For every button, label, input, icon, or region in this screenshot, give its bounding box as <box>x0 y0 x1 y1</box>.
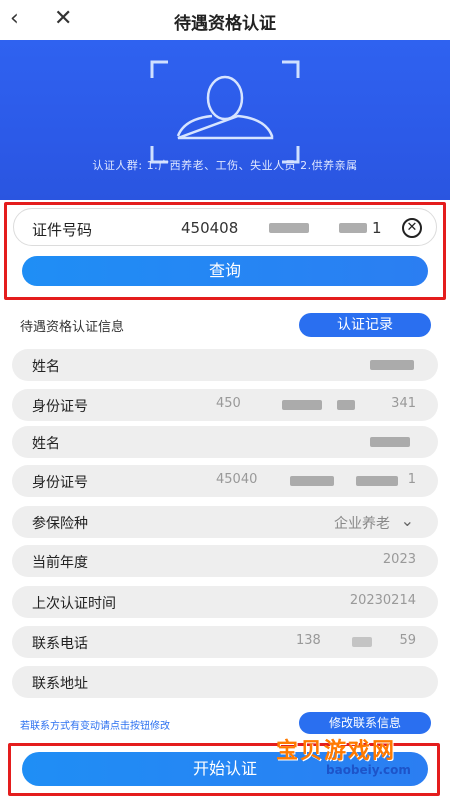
redaction-mask <box>269 223 309 233</box>
contact-hint: 若联系方式有变动请点击按钮修改 <box>20 721 170 732</box>
field-label: 联系电话 <box>32 636 88 652</box>
field-value: 450 <box>216 396 241 411</box>
field-label: 身份证号 <box>32 475 88 491</box>
chevron-down-icon[interactable]: ⌄ <box>401 511 414 530</box>
field-label: 联系地址 <box>32 676 88 692</box>
top-bar: ‹ ✕ 待遇资格认证 <box>0 0 450 40</box>
redaction-mask <box>370 437 410 447</box>
redaction-mask <box>337 400 355 410</box>
scope-text: 认证人群: 1.广西养老、工伤、失业人员 2.供养亲属 <box>92 159 358 172</box>
field-label: 上次认证时间 <box>32 596 116 612</box>
field-label: 姓名 <box>32 359 60 375</box>
redaction-mask <box>282 400 322 410</box>
field-name-2: 姓名 <box>12 426 438 458</box>
redaction-mask <box>352 637 372 647</box>
edit-contact-button[interactable]: 修改联系信息 <box>299 712 431 734</box>
redaction-mask <box>339 223 367 233</box>
id-number-tail: 1 <box>372 219 382 237</box>
redaction-mask <box>290 476 334 486</box>
field-phone: 联系电话 138 59 <box>12 626 438 658</box>
field-insurance-type[interactable]: 参保险种 企业养老 ⌄ <box>12 506 438 538</box>
watermark-url: baobeiy.com <box>326 763 411 777</box>
record-button[interactable]: 认证记录 <box>299 313 431 337</box>
field-current-year: 当前年度 2023 <box>12 545 438 577</box>
watermark-logo-text: 宝贝游戏网 <box>276 739 397 764</box>
field-id-2: 身份证号 45040 1 <box>12 465 438 497</box>
field-address: 联系地址 <box>12 666 438 698</box>
field-id-1: 身份证号 450 341 <box>12 389 438 421</box>
face-scan-banner: 认证人群: 1.广西养老、工伤、失业人员 2.供养亲属 <box>0 40 450 200</box>
field-value: 20230214 <box>349 593 416 608</box>
redaction-mask <box>356 476 398 486</box>
field-label: 参保险种 <box>32 516 88 532</box>
id-number-value: 450408 <box>181 219 239 237</box>
query-button-label: 查询 <box>208 261 241 280</box>
field-value-tail: 341 <box>391 396 416 411</box>
query-button[interactable]: 查询 <box>22 256 428 286</box>
field-value-tail: 59 <box>399 633 416 648</box>
field-value: 138 <box>296 633 321 648</box>
field-label: 姓名 <box>32 436 60 452</box>
clear-icon[interactable]: ✕ <box>402 218 422 238</box>
id-number-label: 证件号码 <box>32 221 93 239</box>
field-value-tail: 1 <box>407 472 416 487</box>
page-title: 待遇资格认证 <box>174 14 276 34</box>
field-last-auth-time: 上次认证时间 20230214 <box>12 586 438 618</box>
section-title: 待遇资格认证信息 <box>20 320 125 335</box>
field-label: 身份证号 <box>32 399 88 415</box>
field-value: 2023 <box>382 552 416 567</box>
face-scan-icon <box>150 60 300 164</box>
redaction-mask <box>370 360 414 370</box>
start-auth-label: 开始认证 <box>192 759 257 778</box>
site-watermark: 宝贝游戏网 baobeiy.com <box>276 733 436 777</box>
id-number-input[interactable]: 证件号码 450408 1 ✕ <box>13 208 437 246</box>
field-label: 当前年度 <box>32 555 88 571</box>
field-value: 企业养老 <box>334 516 390 532</box>
field-value: 45040 <box>216 472 258 487</box>
field-name-1: 姓名 <box>12 349 438 381</box>
